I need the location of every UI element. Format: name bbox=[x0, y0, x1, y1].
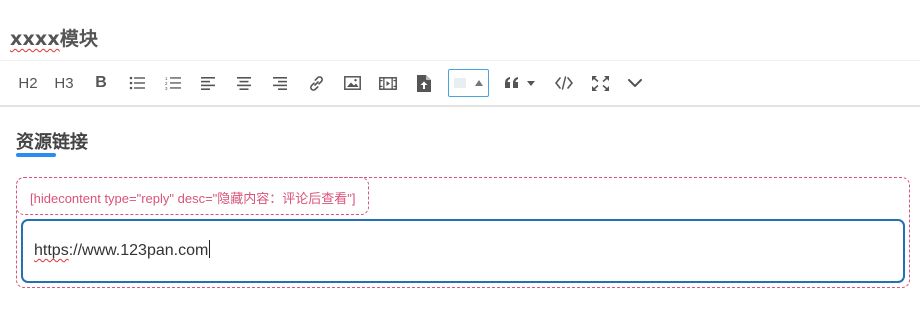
bulleted-list-icon bbox=[129, 76, 145, 90]
numbered-list-button[interactable]: 1 2 3 bbox=[164, 68, 182, 98]
link-icon bbox=[309, 75, 323, 91]
module-title-prefix: xxxx bbox=[10, 28, 60, 50]
quote-button[interactable] bbox=[504, 68, 538, 98]
section-title-underline bbox=[16, 153, 56, 157]
link-button[interactable] bbox=[307, 68, 325, 98]
color-picker[interactable] bbox=[448, 68, 489, 98]
image-icon bbox=[343, 76, 361, 90]
heading-2-button[interactable]: H2 bbox=[17, 68, 39, 98]
heading-3-button[interactable]: H3 bbox=[53, 68, 75, 98]
align-left-button[interactable] bbox=[200, 68, 216, 98]
video-button[interactable] bbox=[379, 68, 397, 98]
fullscreen-button[interactable] bbox=[591, 68, 609, 98]
svg-text:3: 3 bbox=[165, 86, 168, 90]
align-center-icon bbox=[237, 76, 251, 90]
section-title: 资源链接 bbox=[16, 132, 88, 153]
module-title: xxxx模块 bbox=[10, 24, 98, 51]
file-upload-button[interactable] bbox=[416, 68, 432, 98]
file-upload-icon bbox=[417, 74, 431, 92]
link-text-rest: ://www.123pan.com bbox=[68, 242, 209, 259]
chevron-down-icon bbox=[628, 78, 642, 87]
code-icon bbox=[555, 76, 573, 90]
bulleted-list-button[interactable] bbox=[128, 68, 146, 98]
shortcode-tag: [hidecontent type="reply" desc="隐藏内容：评论后… bbox=[16, 177, 369, 215]
align-center-button[interactable] bbox=[236, 68, 252, 98]
video-icon bbox=[379, 76, 397, 90]
resource-link-input[interactable]: https://www.123pan.com bbox=[21, 219, 905, 283]
quote-icon bbox=[505, 77, 535, 88]
color-swatch bbox=[454, 78, 466, 88]
fullscreen-icon bbox=[591, 75, 609, 91]
editor-toolbar: H2 H3 B 1 2 3 bbox=[0, 60, 920, 107]
align-left-icon bbox=[201, 76, 215, 90]
numbered-list-icon: 1 2 3 bbox=[165, 76, 181, 90]
more-button[interactable] bbox=[627, 68, 643, 98]
image-button[interactable] bbox=[343, 68, 361, 98]
align-right-icon bbox=[273, 76, 287, 90]
module-title-suffix: 模块 bbox=[59, 28, 99, 50]
align-right-button[interactable] bbox=[272, 68, 288, 98]
caret-up-icon bbox=[475, 80, 483, 86]
bold-button[interactable]: B bbox=[94, 68, 108, 98]
text-caret bbox=[209, 240, 211, 258]
link-text-prefix: https bbox=[34, 242, 69, 259]
code-button[interactable] bbox=[554, 68, 574, 98]
